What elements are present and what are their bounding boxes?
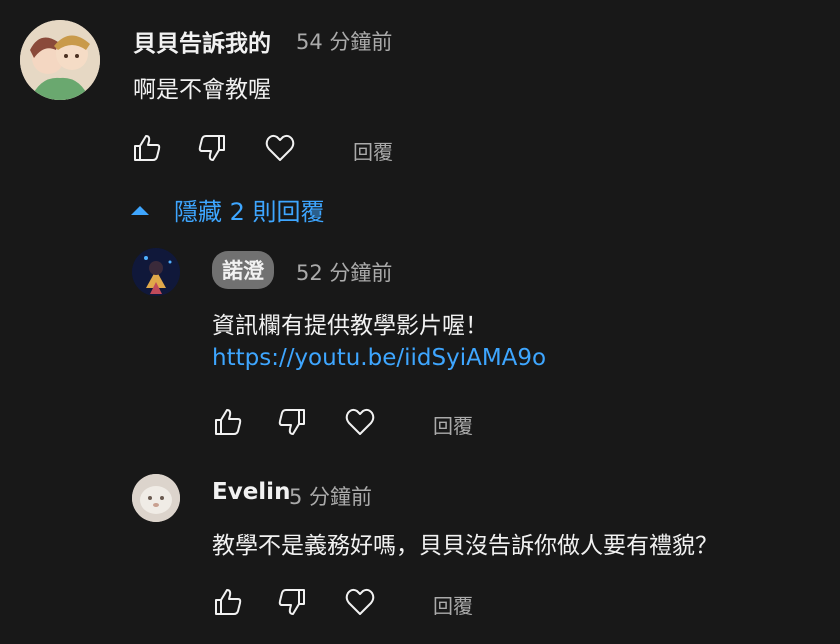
- reply-author-chip[interactable]: 諾澄: [212, 251, 274, 289]
- reply-link[interactable]: https://youtu.be/iidSyiAMA9o: [212, 345, 546, 371]
- heart-icon: [345, 588, 375, 615]
- dislike-button[interactable]: [276, 406, 308, 438]
- caret-up-icon: [131, 205, 149, 215]
- avatar-image: [20, 20, 100, 100]
- like-button[interactable]: [212, 406, 244, 438]
- like-button[interactable]: [212, 586, 244, 618]
- like-button[interactable]: [131, 132, 163, 164]
- thumbs-down-icon: [198, 135, 225, 161]
- comment-timestamp[interactable]: 54 分鐘前: [296, 26, 392, 56]
- hide-replies-label: 隱藏 2 則回覆: [174, 198, 325, 226]
- thumbs-up-icon: [215, 409, 242, 435]
- heart-button[interactable]: [264, 132, 296, 164]
- reply-timestamp[interactable]: 52 分鐘前: [296, 257, 392, 287]
- heart-button[interactable]: [344, 586, 376, 618]
- dislike-button[interactable]: [196, 132, 228, 164]
- reply-avatar[interactable]: [132, 474, 180, 522]
- reply-button[interactable]: 回覆: [433, 410, 473, 439]
- avatar-image: [132, 248, 180, 296]
- reply-author[interactable]: Evelin: [212, 479, 290, 505]
- reply-timestamp[interactable]: 5 分鐘前: [289, 481, 372, 511]
- thumbs-up-icon: [215, 589, 242, 615]
- heart-icon: [265, 134, 295, 161]
- reply-text: 資訊欄有提供教學影片喔！: [212, 313, 488, 339]
- hide-replies-toggle[interactable]: 隱藏 2 則回覆: [128, 192, 325, 227]
- reply-avatar[interactable]: [132, 248, 180, 296]
- reply-text: 教學不是義務好嗎，貝貝沒告訴你做人要有禮貌？: [212, 533, 718, 559]
- reply-button[interactable]: 回覆: [433, 590, 473, 619]
- comment-author[interactable]: 貝貝告訴我的: [133, 24, 271, 58]
- thumbs-down-icon: [278, 589, 305, 615]
- thumbs-up-icon: [134, 135, 161, 161]
- thumbs-down-icon: [278, 409, 305, 435]
- avatar-image: [132, 474, 180, 522]
- heart-icon: [345, 408, 375, 435]
- reply-button[interactable]: 回覆: [353, 136, 393, 165]
- avatar[interactable]: [20, 20, 100, 100]
- heart-button[interactable]: [344, 406, 376, 438]
- dislike-button[interactable]: [276, 586, 308, 618]
- comment-text: 啊是不會教喔: [133, 77, 271, 103]
